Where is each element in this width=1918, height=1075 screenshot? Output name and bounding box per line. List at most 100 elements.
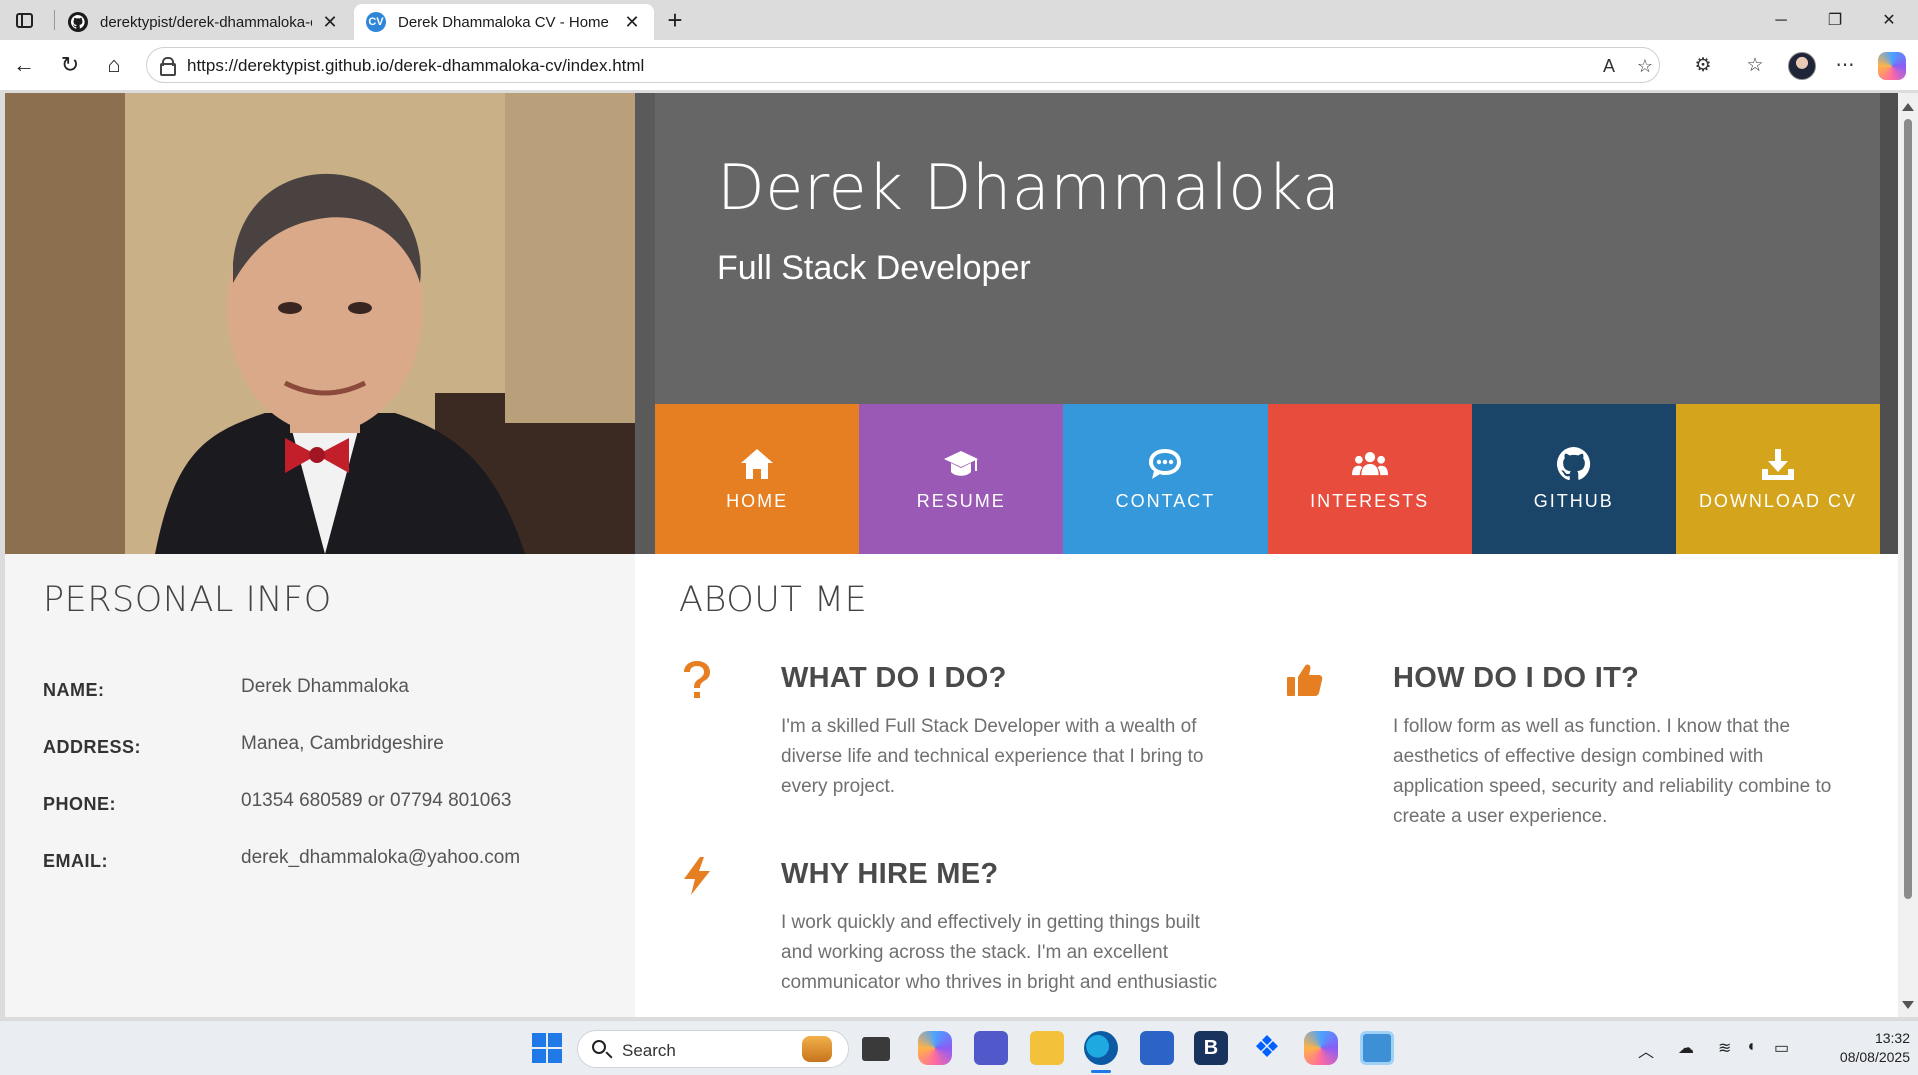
tab-divider: [54, 10, 55, 30]
clock-time: 13:32: [1874, 1030, 1910, 1046]
tab-close-icon[interactable]: ✕: [622, 12, 642, 33]
graduation-cap-icon: [942, 447, 980, 481]
users-icon: [1351, 447, 1389, 481]
about-me-heading: ABOUT ME: [679, 580, 868, 620]
taskbar-search[interactable]: Search: [577, 1030, 849, 1068]
feature-title: HOW DO I DO IT?: [1393, 662, 1640, 694]
personal-info-panel: PERSONAL INFO NAME: Derek Dhammaloka ADD…: [5, 554, 635, 1017]
info-label: ADDRESS:: [43, 737, 142, 757]
onedrive-icon[interactable]: ☁: [1678, 1038, 1694, 1058]
feature-text: I'm a skilled Full Stack Developer with …: [781, 712, 1251, 802]
nav-label: RESUME: [916, 490, 1006, 511]
home-icon[interactable]: ⌂: [98, 49, 130, 81]
tab-close-icon[interactable]: ✕: [320, 12, 340, 33]
copilot-app-icon[interactable]: [918, 1031, 952, 1065]
feature-line: communicator who thrives in bright and e…: [781, 972, 1218, 993]
lock-icon[interactable]: [159, 57, 176, 76]
lightning-icon: [679, 856, 715, 896]
main-nav: HOME RESUME CONTACT INTERESTS GITHUB DOW…: [655, 404, 1881, 554]
battery-icon[interactable]: ▭: [1774, 1038, 1789, 1058]
nav-resume[interactable]: RESUME: [859, 404, 1064, 554]
file-explorer-icon[interactable]: [1030, 1031, 1064, 1065]
download-icon: [1759, 447, 1797, 481]
scroll-down-icon[interactable]: [1902, 1001, 1914, 1009]
profile-avatar[interactable]: [1788, 52, 1816, 80]
github-favicon-icon: [68, 12, 88, 32]
copilot-icon[interactable]: [1878, 52, 1906, 80]
feature-line: application speed, security and reliabil…: [1393, 776, 1832, 797]
address-bar[interactable]: https://derektypist.github.io/derek-dham…: [146, 47, 1660, 83]
volume-icon[interactable]: ◖: [1746, 1038, 1756, 1056]
personal-info-heading: PERSONAL INFO: [43, 580, 332, 620]
info-row-address: ADDRESS: Manea, Cambridgeshire: [43, 733, 623, 763]
wifi-icon[interactable]: ≋: [1718, 1038, 1731, 1058]
teams-icon[interactable]: [974, 1031, 1008, 1065]
page-scrollbar[interactable]: [1898, 93, 1918, 1017]
url-text[interactable]: https://derektypist.github.io/derek-dham…: [187, 56, 644, 76]
nav-home[interactable]: HOME: [655, 404, 860, 554]
read-aloud-icon[interactable]: A: [1597, 54, 1621, 78]
restore-icon[interactable]: ❐: [1812, 6, 1858, 36]
nav-interests[interactable]: INTERESTS: [1267, 404, 1472, 554]
cv-favicon-icon: CV: [366, 12, 386, 32]
feature-line: I'm a skilled Full Stack Developer with …: [781, 716, 1197, 737]
store-icon[interactable]: [1140, 1031, 1174, 1065]
windows-taskbar: Search B ❖ ︿ ☁ ≋ ◖ ▭ 13:32 08/08/2025: [0, 1020, 1918, 1075]
info-label: NAME:: [43, 680, 105, 700]
favorite-star-icon[interactable]: ☆: [1633, 54, 1657, 78]
nav-contact[interactable]: CONTACT: [1063, 404, 1268, 554]
search-highlight-icon: [802, 1036, 832, 1062]
photo-divider: [635, 93, 655, 554]
task-view-icon[interactable]: [862, 1037, 890, 1061]
clock-date: 08/08/2025: [1839, 1049, 1910, 1065]
github-icon: [1555, 446, 1593, 481]
refresh-icon[interactable]: ↻: [54, 49, 86, 81]
system-clock[interactable]: 13:32 08/08/2025: [1800, 1029, 1910, 1067]
browser-toolbar: ← ↻ ⌂ https://derektypist.github.io/dere…: [0, 40, 1918, 90]
feature-line: and working across the stack. I'm an exc…: [781, 942, 1168, 963]
nav-github[interactable]: GITHUB: [1471, 404, 1676, 554]
tab-actions-icon[interactable]: [12, 8, 36, 32]
back-icon[interactable]: ←: [8, 49, 40, 81]
question-icon: [679, 660, 715, 700]
email-link[interactable]: derek_dhammaloka@yahoo.com: [241, 847, 520, 869]
more-options-icon[interactable]: ⋯: [1832, 53, 1858, 79]
active-app-indicator: [1091, 1070, 1111, 1073]
nav-label: HOME: [726, 490, 789, 511]
search-icon: [592, 1040, 606, 1054]
dropbox-icon[interactable]: ❖: [1250, 1031, 1284, 1065]
feature-line: I follow form as well as function. I kno…: [1393, 716, 1791, 737]
close-window-icon[interactable]: ✕: [1866, 6, 1912, 36]
m365-icon[interactable]: [1304, 1031, 1338, 1065]
info-value: Derek Dhammaloka: [241, 676, 409, 697]
edge-icon[interactable]: [1084, 1031, 1118, 1065]
feature-text: I follow form as well as function. I kno…: [1393, 712, 1873, 832]
profile-photo-illustration: [5, 93, 635, 554]
job-title: Full Stack Developer: [717, 249, 1031, 287]
browser-tab-cv[interactable]: CV Derek Dhammaloka CV - Home P ✕: [354, 4, 654, 40]
page-viewport: Derek Dhammaloka Full Stack Developer HO…: [5, 93, 1898, 1017]
browser-tab-github[interactable]: derektypist/derek-dhammaloka-c ✕: [56, 4, 352, 40]
browser-tab-strip: derektypist/derek-dhammaloka-c ✕ CV Dere…: [0, 0, 1918, 40]
info-row-phone: PHONE: 01354 680589 or 07794 801063: [43, 790, 623, 820]
feature-line: I work quickly and effectively in gettin…: [781, 912, 1200, 933]
about-me-panel: ABOUT ME WHAT DO I DO? I'm a skilled Ful…: [635, 554, 1898, 1017]
extensions-icon[interactable]: ⚙: [1690, 53, 1716, 79]
start-menu-icon[interactable]: [530, 1031, 564, 1065]
new-tab-icon[interactable]: +: [660, 6, 690, 36]
scrollbar-thumb[interactable]: [1904, 119, 1912, 899]
nav-download-cv[interactable]: DOWNLOAD CV: [1675, 404, 1881, 554]
profile-photo: [5, 93, 635, 554]
minimize-icon[interactable]: ─: [1758, 6, 1804, 36]
bitwarden-icon[interactable]: B: [1194, 1031, 1228, 1065]
chevron-up-icon[interactable]: ︿: [1638, 1038, 1654, 1062]
feature-line: create a user experience.: [1393, 806, 1608, 827]
tab-title: Derek Dhammaloka CV - Home P: [398, 13, 614, 31]
snipping-tool-icon[interactable]: [1360, 1031, 1394, 1065]
favorites-icon[interactable]: ☆: [1742, 53, 1768, 79]
feature-line: diverse life and technical experience th…: [781, 746, 1204, 767]
scroll-up-icon[interactable]: [1902, 103, 1914, 111]
info-row-email: EMAIL: derek_dhammaloka@yahoo.com: [43, 847, 623, 877]
info-label: EMAIL:: [43, 851, 108, 871]
nav-label: CONTACT: [1115, 490, 1216, 511]
